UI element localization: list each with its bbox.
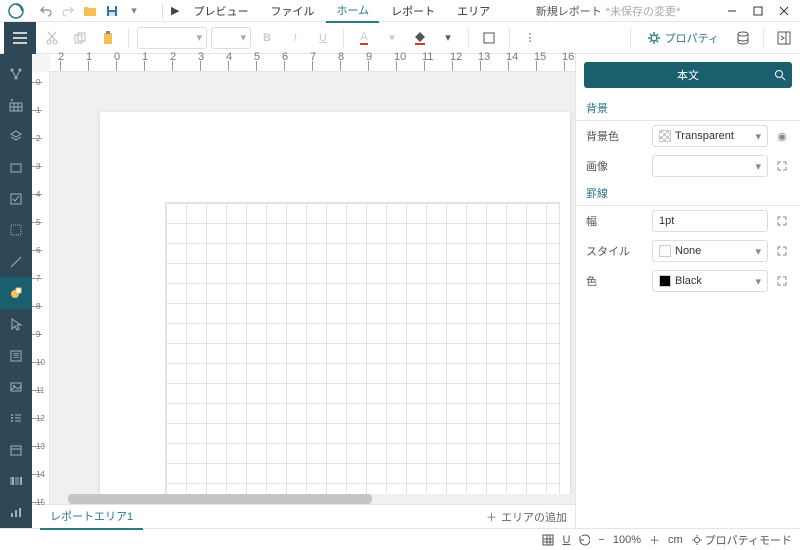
- properties-header[interactable]: 本文: [584, 62, 792, 88]
- font-family-dropdown[interactable]: ▾: [137, 27, 207, 49]
- paste-button[interactable]: [96, 26, 120, 50]
- toolbar-separator: [509, 28, 510, 48]
- toolbar-separator: [343, 28, 344, 48]
- tool-shape[interactable]: [0, 277, 32, 308]
- section-border: 罫線: [576, 181, 800, 206]
- tool-bullets[interactable]: [0, 403, 32, 434]
- zoom-out-button[interactable]: −: [598, 534, 604, 546]
- tool-calendar[interactable]: [0, 434, 32, 465]
- expand-icon[interactable]: [774, 213, 790, 229]
- properties-panel: 本文 背景 背景色 Transparent▾ ◉ 画像 ▾ 罫線 幅 1pt ス…: [575, 54, 800, 528]
- app-logo: [0, 3, 32, 19]
- zoom-level: 100%: [613, 534, 641, 546]
- redo-icon[interactable]: [60, 3, 76, 19]
- maximize-button[interactable]: [746, 1, 770, 21]
- tool-line[interactable]: [0, 246, 32, 277]
- width-label: 幅: [586, 213, 646, 229]
- width-input[interactable]: 1pt: [652, 210, 768, 232]
- document-title: 新規レポート*未保存の変更*: [500, 3, 716, 19]
- horizontal-scrollbar[interactable]: [68, 494, 575, 504]
- tool-table[interactable]: [0, 89, 32, 120]
- border-button[interactable]: [477, 26, 501, 50]
- data-source-button[interactable]: [731, 26, 755, 50]
- snap-icon[interactable]: U: [562, 534, 570, 546]
- svg-text:≡: ≡: [13, 350, 19, 362]
- add-area-button[interactable]: ＋ エリアの追加: [486, 509, 567, 525]
- gear-icon: [691, 534, 703, 546]
- style-dropdown[interactable]: None▾: [652, 240, 768, 262]
- gear-icon: [647, 31, 661, 45]
- rotate-icon[interactable]: [578, 534, 590, 546]
- copy-button[interactable]: [68, 26, 92, 50]
- tool-grid[interactable]: [0, 215, 32, 246]
- bgcolor-dropdown[interactable]: Transparent▾: [652, 125, 768, 147]
- property-mode-button[interactable]: プロパティモード: [691, 532, 792, 548]
- tool-checkbox[interactable]: [0, 183, 32, 214]
- style-label: スタイル: [586, 243, 646, 259]
- color-label: 色: [586, 273, 646, 289]
- underline-button[interactable]: U: [311, 26, 335, 50]
- italic-button[interactable]: I: [283, 26, 307, 50]
- tool-richtext[interactable]: ≡: [0, 340, 32, 371]
- expand-icon[interactable]: [774, 158, 790, 174]
- menu-area[interactable]: エリア: [447, 0, 500, 22]
- minimize-button[interactable]: [720, 1, 744, 21]
- expand-icon[interactable]: [774, 243, 790, 259]
- tool-connect[interactable]: [0, 58, 32, 89]
- transparent-swatch: [659, 130, 671, 142]
- bold-button[interactable]: B: [255, 26, 279, 50]
- tool-palette: ≡: [0, 54, 32, 528]
- font-color-button[interactable]: A: [352, 26, 376, 50]
- menu-file[interactable]: ファイル: [260, 0, 324, 22]
- cut-button[interactable]: [40, 26, 64, 50]
- bgcolor-label: 背景色: [586, 128, 646, 144]
- menu-separator: [162, 4, 163, 18]
- bgcolor-more-icon[interactable]: ◉: [774, 128, 790, 144]
- vertical-ruler: 0123456789101112131415: [32, 72, 50, 504]
- tool-layers[interactable]: [0, 121, 32, 152]
- menu-home[interactable]: ホーム: [326, 0, 379, 23]
- collapse-panel-button[interactable]: [772, 26, 796, 50]
- section-background: 背景: [576, 96, 800, 121]
- search-icon[interactable]: [774, 69, 786, 81]
- toolbar-separator: [630, 28, 631, 48]
- none-swatch: [659, 245, 671, 257]
- open-folder-icon[interactable]: [82, 3, 98, 19]
- image-label: 画像: [586, 158, 646, 174]
- grid-toggle-icon[interactable]: [542, 534, 554, 546]
- plus-icon: ＋: [486, 509, 497, 525]
- properties-toggle[interactable]: プロパティ: [639, 26, 727, 50]
- black-swatch: [659, 275, 671, 287]
- hamburger-button[interactable]: [4, 22, 36, 54]
- font-color-dropdown-icon[interactable]: ▾: [380, 26, 404, 50]
- toolbar-separator: [128, 28, 129, 48]
- image-dropdown[interactable]: ▾: [652, 155, 768, 177]
- tool-pointer[interactable]: [0, 309, 32, 340]
- horizontal-ruler: 21012345678910111213141516: [50, 54, 575, 72]
- close-button[interactable]: [772, 1, 796, 21]
- toolbar-separator: [468, 28, 469, 48]
- tool-image[interactable]: [0, 371, 32, 402]
- zoom-in-button[interactable]: ＋: [649, 532, 660, 548]
- tool-chart[interactable]: [0, 497, 32, 528]
- play-icon: ▶: [169, 4, 181, 17]
- fill-color-button[interactable]: [408, 26, 432, 50]
- design-canvas[interactable]: [50, 72, 575, 504]
- undo-icon[interactable]: [38, 3, 54, 19]
- menu-report[interactable]: レポート: [381, 0, 445, 22]
- toolbar-separator: [763, 28, 764, 48]
- tool-panel[interactable]: [0, 152, 32, 183]
- grid-element[interactable]: [165, 202, 560, 504]
- tool-barcode[interactable]: [0, 465, 32, 496]
- font-size-dropdown[interactable]: ▾: [211, 27, 251, 49]
- area-tab-1[interactable]: レポートエリア1: [40, 504, 143, 530]
- color-dropdown[interactable]: Black▾: [652, 270, 768, 292]
- save-icon[interactable]: [104, 3, 120, 19]
- more-button[interactable]: ⋮: [518, 26, 542, 50]
- menu-preview[interactable]: プレビュー: [183, 0, 258, 22]
- save-dropdown-icon[interactable]: ▾: [126, 3, 142, 19]
- unit-label[interactable]: cm: [668, 534, 683, 546]
- fill-color-dropdown-icon[interactable]: ▾: [436, 26, 460, 50]
- expand-icon[interactable]: [774, 273, 790, 289]
